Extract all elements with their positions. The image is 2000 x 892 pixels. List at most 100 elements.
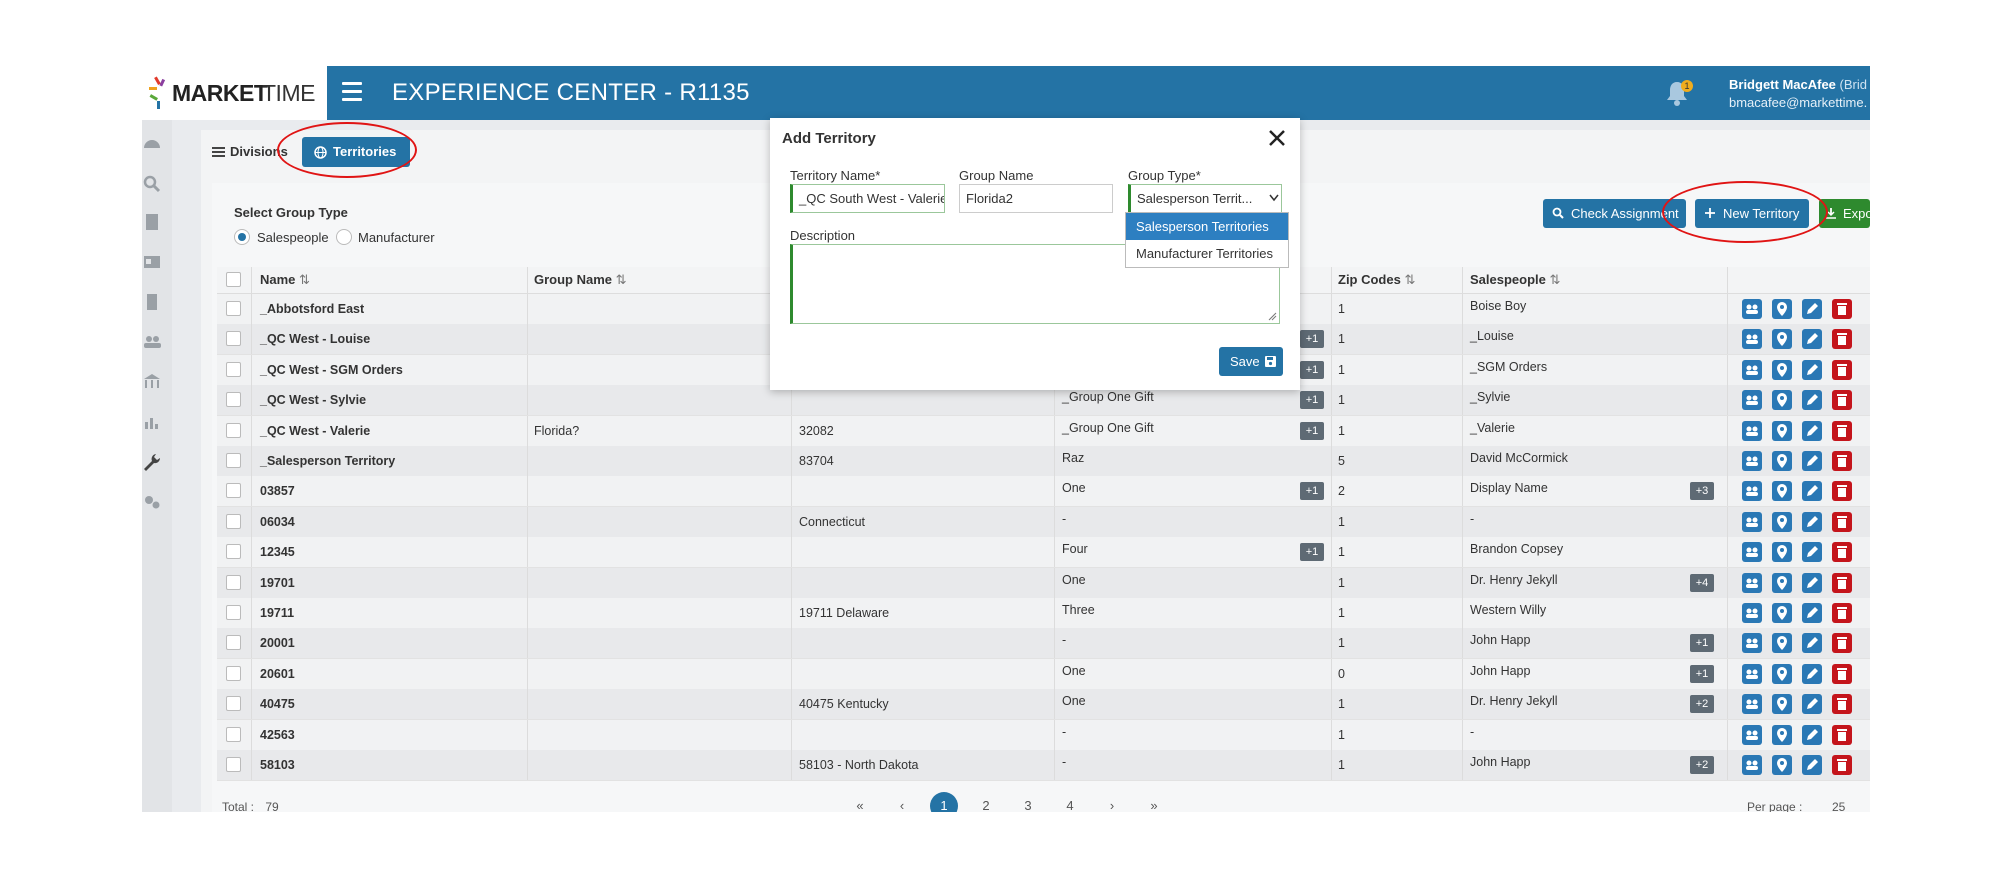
- more-badge[interactable]: +1: [1690, 634, 1714, 653]
- users-icon[interactable]: [1742, 481, 1762, 502]
- page-button[interactable]: «: [846, 792, 874, 812]
- user-name[interactable]: Bridgett MacAfee (Brid: [1729, 77, 1867, 92]
- edit-icon[interactable]: [1802, 299, 1822, 319]
- row-checkbox[interactable]: [226, 544, 241, 560]
- edit-icon[interactable]: [1802, 511, 1822, 532]
- more-badge[interactable]: +2: [1690, 695, 1714, 714]
- edit-icon[interactable]: [1802, 572, 1822, 593]
- users-icon[interactable]: [1742, 451, 1762, 471]
- map-pin-icon[interactable]: [1772, 390, 1792, 411]
- more-badge[interactable]: +4: [1690, 573, 1714, 592]
- map-pin-icon[interactable]: [1772, 329, 1792, 350]
- page-button[interactable]: »: [1140, 792, 1168, 812]
- row-checkbox[interactable]: [226, 757, 241, 772]
- trash-icon[interactable]: [1832, 390, 1852, 411]
- trash-icon[interactable]: [1832, 329, 1852, 350]
- edit-icon[interactable]: [1802, 603, 1822, 623]
- table-row[interactable]: 12345 Four +1 1 Brandon Copsey: [217, 537, 1870, 569]
- page-button[interactable]: ›: [1098, 792, 1126, 812]
- radio-manufacturer[interactable]: [336, 229, 352, 245]
- row-checkbox[interactable]: [226, 392, 241, 408]
- gears-icon[interactable]: [142, 492, 162, 512]
- map-pin-icon[interactable]: [1772, 451, 1792, 471]
- users-icon[interactable]: [1742, 359, 1762, 380]
- select-all-checkbox[interactable]: [226, 272, 241, 287]
- header-zip-codes[interactable]: Zip Codes ⇅: [1338, 272, 1415, 288]
- trash-icon[interactable]: [1832, 481, 1852, 502]
- users-icon[interactable]: [1742, 390, 1762, 411]
- dashboard-icon[interactable]: [142, 134, 162, 154]
- edit-icon[interactable]: [1802, 694, 1822, 715]
- territory-name-input[interactable]: _QC South West - Valerie: [790, 184, 945, 213]
- map-pin-icon[interactable]: [1772, 755, 1792, 775]
- users-icon[interactable]: [1742, 329, 1762, 350]
- table-row[interactable]: 19701 One 1 Dr. Henry Jekyll +4: [217, 567, 1870, 599]
- users-icon[interactable]: [1742, 511, 1762, 532]
- table-row[interactable]: 03857 One +1 2 Display Name +3: [217, 476, 1870, 508]
- header-group-name[interactable]: Group Name ⇅: [534, 272, 627, 288]
- users-icon[interactable]: [1742, 572, 1762, 593]
- users-icon[interactable]: [1742, 694, 1762, 715]
- radio-salespeople[interactable]: [234, 229, 250, 245]
- header-name[interactable]: Name ⇅: [260, 272, 310, 288]
- users-icon[interactable]: [1742, 755, 1762, 775]
- trash-icon[interactable]: [1832, 451, 1852, 471]
- table-row[interactable]: 20001 - 1 John Happ +1: [217, 628, 1870, 660]
- save-button[interactable]: Save: [1219, 347, 1283, 376]
- map-pin-icon[interactable]: [1772, 633, 1792, 654]
- resize-handle-icon[interactable]: [1267, 311, 1277, 321]
- row-checkbox[interactable]: [226, 301, 241, 316]
- users-icon[interactable]: [1742, 542, 1762, 563]
- page-button[interactable]: 4: [1056, 792, 1084, 812]
- more-badge[interactable]: +1: [1690, 664, 1714, 683]
- row-checkbox[interactable]: [226, 665, 241, 681]
- edit-icon[interactable]: [1802, 329, 1822, 350]
- map-pin-icon[interactable]: [1772, 481, 1792, 502]
- trash-icon[interactable]: [1832, 663, 1852, 684]
- edit-icon[interactable]: [1802, 663, 1822, 684]
- group-type-select[interactable]: Salesperson Territ...: [1128, 184, 1282, 213]
- trash-icon[interactable]: [1832, 724, 1852, 745]
- edit-icon[interactable]: [1802, 359, 1822, 380]
- trash-icon[interactable]: [1832, 542, 1852, 563]
- users-icon[interactable]: [1742, 724, 1762, 745]
- trash-icon[interactable]: [1832, 359, 1852, 380]
- contact-card-icon[interactable]: [142, 252, 162, 272]
- row-checkbox[interactable]: [226, 361, 241, 377]
- table-row[interactable]: _QC West - Valerie Florida? 32082 _Group On…: [217, 415, 1870, 447]
- page-button[interactable]: 2: [972, 792, 1000, 812]
- row-checkbox[interactable]: [226, 453, 241, 468]
- dropdown-option-salesperson-territories[interactable]: Salesperson Territories: [1126, 213, 1288, 240]
- map-pin-icon[interactable]: [1772, 663, 1792, 684]
- edit-icon[interactable]: [1802, 390, 1822, 411]
- table-row[interactable]: 19711 19711 Delaware Three 1 Western Willy: [217, 598, 1870, 629]
- table-row[interactable]: 42563 - 1 -: [217, 719, 1870, 751]
- logo[interactable]: MARKET TIME: [142, 66, 327, 120]
- more-badge[interactable]: +2: [1690, 756, 1714, 774]
- trash-icon[interactable]: [1832, 299, 1852, 319]
- trash-icon[interactable]: [1832, 511, 1852, 532]
- edit-icon[interactable]: [1802, 481, 1822, 502]
- more-badge[interactable]: +1: [1300, 543, 1324, 562]
- row-checkbox[interactable]: [226, 331, 241, 347]
- row-checkbox[interactable]: [226, 483, 241, 499]
- edit-icon[interactable]: [1802, 451, 1822, 471]
- page-button[interactable]: ‹: [888, 792, 916, 812]
- chart-icon[interactable]: [142, 412, 162, 432]
- header-salespeople[interactable]: Salespeople ⇅: [1470, 272, 1560, 288]
- trash-icon[interactable]: [1832, 694, 1852, 715]
- table-row[interactable]: 06034 Connecticut - 1 -: [217, 506, 1870, 538]
- trash-icon[interactable]: [1832, 755, 1852, 775]
- document-icon[interactable]: [142, 212, 162, 232]
- more-badge[interactable]: +3: [1690, 482, 1714, 501]
- map-pin-icon[interactable]: [1772, 299, 1792, 319]
- edit-icon[interactable]: [1802, 755, 1822, 775]
- group-name-input[interactable]: Florida2: [959, 184, 1113, 213]
- more-badge[interactable]: +1: [1300, 391, 1324, 410]
- edit-icon[interactable]: [1802, 542, 1822, 563]
- users-icon[interactable]: [1742, 299, 1762, 319]
- map-pin-icon[interactable]: [1772, 724, 1792, 745]
- trash-icon[interactable]: [1832, 420, 1852, 441]
- edit-icon[interactable]: [1802, 724, 1822, 745]
- row-checkbox[interactable]: [226, 605, 241, 620]
